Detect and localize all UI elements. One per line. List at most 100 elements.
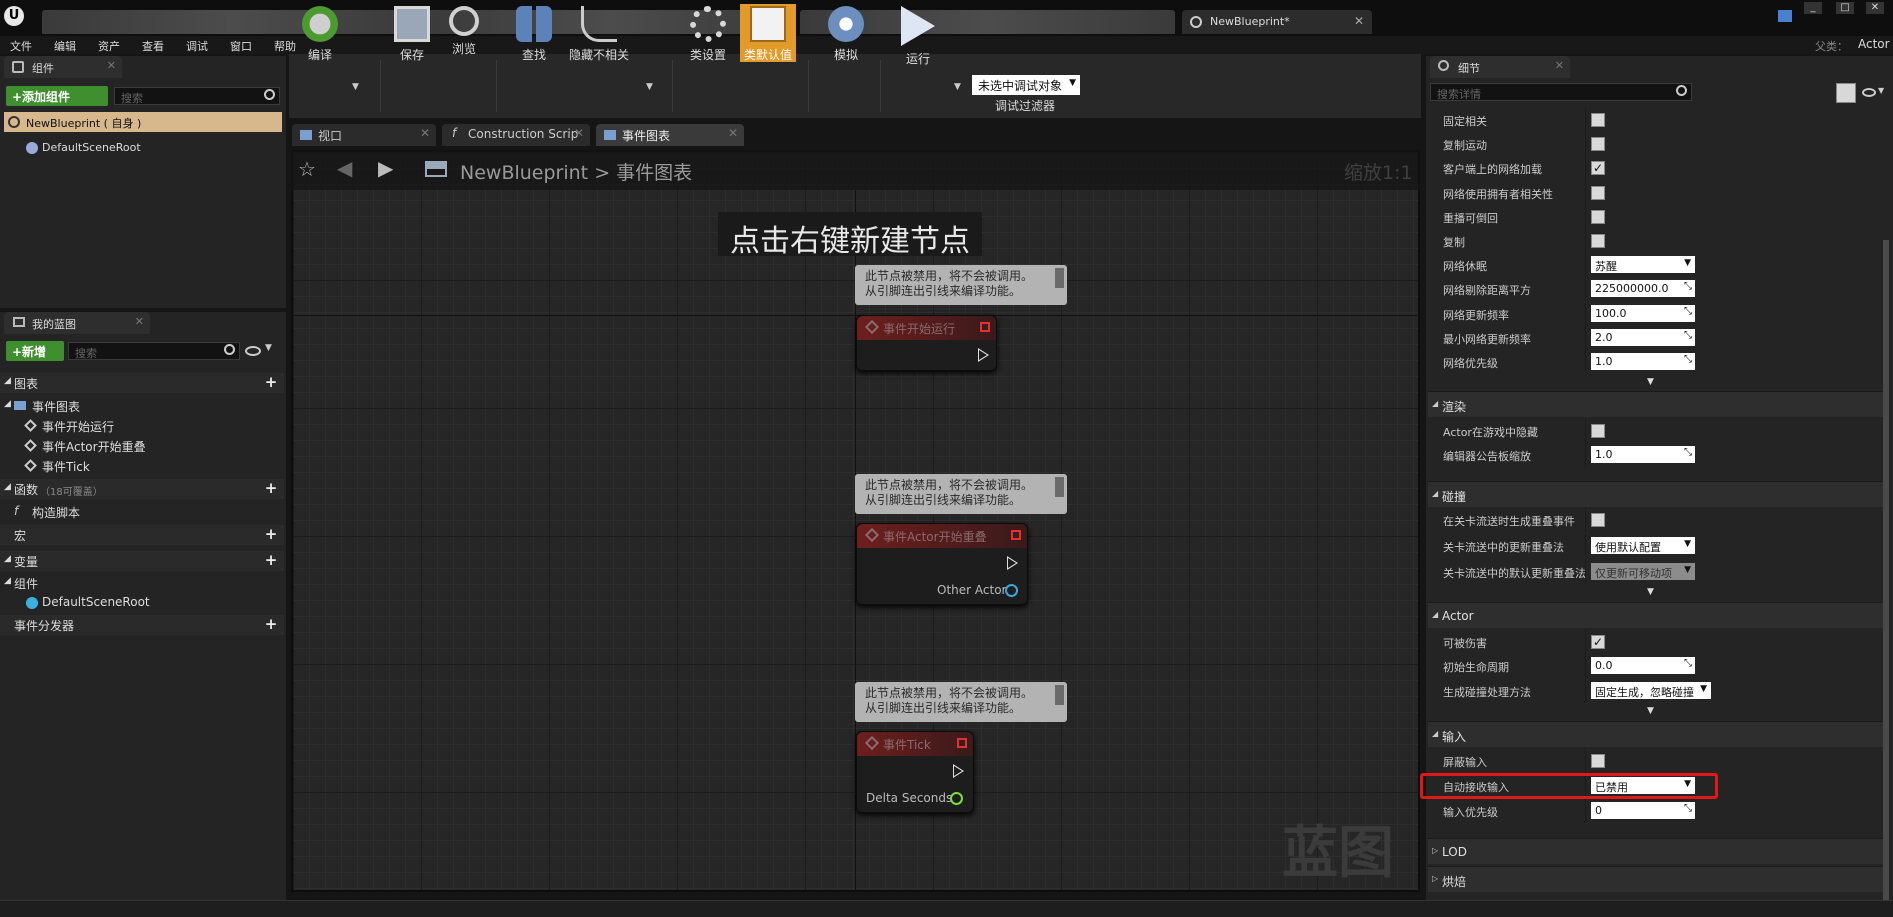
advanced-expand-icon[interactable]: ▼	[1647, 587, 1654, 597]
back-arrow-icon[interactable]: ◀	[337, 156, 352, 180]
property-checkbox[interactable]	[1591, 209, 1605, 224]
close-tab-icon[interactable]: ✕	[107, 59, 116, 72]
property-checkbox[interactable]	[1591, 424, 1605, 438]
close-tab-icon[interactable]: ✕	[420, 126, 430, 140]
close-tab-icon[interactable]: ✕	[1354, 14, 1364, 28]
play-button[interactable]: 运行	[890, 4, 946, 66]
event-row[interactable]: 事件开始运行	[0, 416, 284, 436]
advanced-expand-icon[interactable]: ▼	[1647, 377, 1654, 387]
property-checkbox[interactable]	[1591, 185, 1605, 200]
close-tab-icon[interactable]: ✕	[574, 126, 584, 140]
exec-output-pin[interactable]	[978, 348, 989, 362]
property-checkbox[interactable]	[1591, 754, 1605, 768]
add-dispatcher-button[interactable]: +	[264, 617, 278, 632]
simulate-button[interactable]: 模拟	[818, 4, 874, 62]
menu-edit[interactable]: 编辑	[54, 38, 76, 54]
my-blueprint-search-input[interactable]: 搜索	[68, 342, 240, 360]
event-graph-row[interactable]: ◢ 事件图表	[0, 396, 284, 416]
feedback-icon[interactable]	[1778, 10, 1792, 22]
save-button[interactable]: 保存	[384, 4, 440, 62]
object-output-pin[interactable]	[1005, 584, 1018, 597]
component-child-row[interactable]: DefaultSceneRoot	[0, 138, 284, 158]
add-variable-button[interactable]: +	[264, 553, 278, 568]
property-dropdown[interactable]: 仅更新可移动项	[1591, 563, 1695, 580]
construction-script-row[interactable]: f 构造脚本	[0, 502, 284, 522]
close-tab-icon[interactable]: ✕	[1555, 59, 1564, 72]
details-search-input[interactable]: 搜索详情	[1430, 83, 1692, 101]
tab-details[interactable]: 细节 ✕	[1430, 56, 1570, 78]
eye-visibility-icon[interactable]	[1862, 88, 1876, 97]
property-number-input[interactable]: 100.0	[1591, 304, 1695, 322]
property-checkbox[interactable]	[1591, 113, 1605, 127]
menu-debug[interactable]: 调试	[186, 38, 208, 54]
details-category[interactable]: ◢ 碰撞	[1428, 481, 1883, 507]
tab-viewport[interactable]: 视口 ✕	[292, 124, 436, 146]
section-components[interactable]: ◢ 组件	[0, 573, 284, 593]
property-checkbox[interactable]: ✓	[1591, 635, 1605, 649]
find-button[interactable]: 查找	[506, 4, 562, 62]
section-macros[interactable]: 宏 +	[0, 525, 284, 545]
delegate-pin-icon[interactable]	[957, 738, 967, 748]
close-tab-icon[interactable]: ✕	[135, 315, 144, 328]
add-graph-button[interactable]: +	[264, 375, 278, 390]
menu-view[interactable]: 查看	[142, 38, 164, 54]
details-category[interactable]: ▷ LOD	[1428, 838, 1883, 864]
breadcrumb-root[interactable]: NewBlueprint	[460, 162, 588, 184]
event-row[interactable]: 事件Actor开始重叠	[0, 436, 284, 456]
maximize-button[interactable]: □	[1836, 2, 1854, 14]
tab-components[interactable]: 组件 ✕	[4, 56, 122, 78]
property-checkbox[interactable]: ✓	[1591, 161, 1605, 176]
event-node[interactable]: 事件Actor开始重叠 Other Actor	[856, 523, 1028, 605]
property-dropdown[interactable]: 固定生成，忽略碰撞	[1591, 682, 1711, 699]
tab-construction-script[interactable]: f Construction Scrip ✕	[442, 124, 590, 146]
forward-arrow-icon[interactable]: ▶	[378, 156, 393, 180]
section-event-dispatchers[interactable]: 事件分发器 +	[0, 615, 284, 635]
chevron-down-icon[interactable]: ▼	[265, 343, 272, 353]
exec-output-pin[interactable]	[1007, 556, 1018, 570]
property-number-input[interactable]: 225000000.0	[1591, 280, 1695, 298]
property-checkbox[interactable]	[1591, 137, 1605, 152]
close-tab-icon[interactable]: ✕	[728, 126, 738, 140]
new-item-button[interactable]: +新增	[6, 341, 64, 361]
event-node[interactable]: 事件开始运行	[856, 315, 997, 371]
debug-object-dropdown[interactable]: 未选中调试对象 ▼	[972, 75, 1080, 95]
property-matrix-icon[interactable]	[1836, 83, 1856, 103]
blurred-tab[interactable]	[42, 10, 422, 34]
property-checkbox[interactable]	[1591, 234, 1605, 248]
section-variables[interactable]: ◢ 变量 +	[0, 551, 284, 571]
property-dropdown[interactable]: 使用默认配置	[1591, 537, 1695, 554]
property-number-input[interactable]: 0.0	[1591, 657, 1695, 674]
delegate-pin-icon[interactable]	[1011, 530, 1021, 540]
property-number-input[interactable]: 1.0	[1591, 353, 1695, 370]
advanced-expand-icon[interactable]: ▼	[1647, 706, 1654, 716]
compile-options-chevron-icon[interactable]: ▼	[352, 82, 359, 92]
add-component-button[interactable]: +添加组件	[6, 86, 108, 106]
property-number-input[interactable]: 0	[1591, 802, 1695, 819]
property-checkbox[interactable]	[1591, 513, 1605, 527]
section-functions[interactable]: ◢ 函数 （18可覆盖） +	[0, 479, 284, 499]
compile-button[interactable]: 编译	[292, 4, 348, 62]
details-category[interactable]: ◢ 渲染	[1428, 391, 1883, 417]
exec-output-pin[interactable]	[953, 764, 964, 778]
details-category[interactable]: ◢ Actor	[1428, 602, 1883, 628]
class-settings-button[interactable]: 类设置	[680, 4, 736, 62]
favorite-star-icon[interactable]: ☆	[298, 157, 316, 181]
float-output-pin[interactable]	[950, 792, 963, 805]
eye-visibility-icon[interactable]	[245, 346, 261, 356]
component-search-input[interactable]: 搜索	[114, 87, 280, 105]
menu-window[interactable]: 窗口	[230, 38, 252, 54]
details-category[interactable]: ▷ 烘焙	[1428, 866, 1883, 892]
tab-my-blueprint[interactable]: 我的蓝图 ✕	[4, 312, 150, 334]
component-variable-row[interactable]: DefaultSceneRoot	[0, 593, 284, 613]
tab-event-graph[interactable]: 事件图表 ✕	[596, 124, 744, 146]
chevron-down-icon[interactable]: ▼	[1878, 86, 1884, 95]
close-window-button[interactable]: ✕	[1866, 2, 1884, 14]
details-scrollbar[interactable]	[1883, 240, 1889, 905]
event-row[interactable]: 事件Tick	[0, 456, 284, 476]
tab-newblueprint[interactable]: NewBlueprint* ✕	[1182, 10, 1372, 34]
class-defaults-button[interactable]: 类默认值	[740, 4, 796, 62]
menu-file[interactable]: 文件	[10, 38, 32, 54]
menu-asset[interactable]: 资产	[98, 38, 120, 54]
parent-class-link[interactable]: Actor	[1858, 37, 1890, 51]
add-function-button[interactable]: +	[264, 481, 278, 496]
